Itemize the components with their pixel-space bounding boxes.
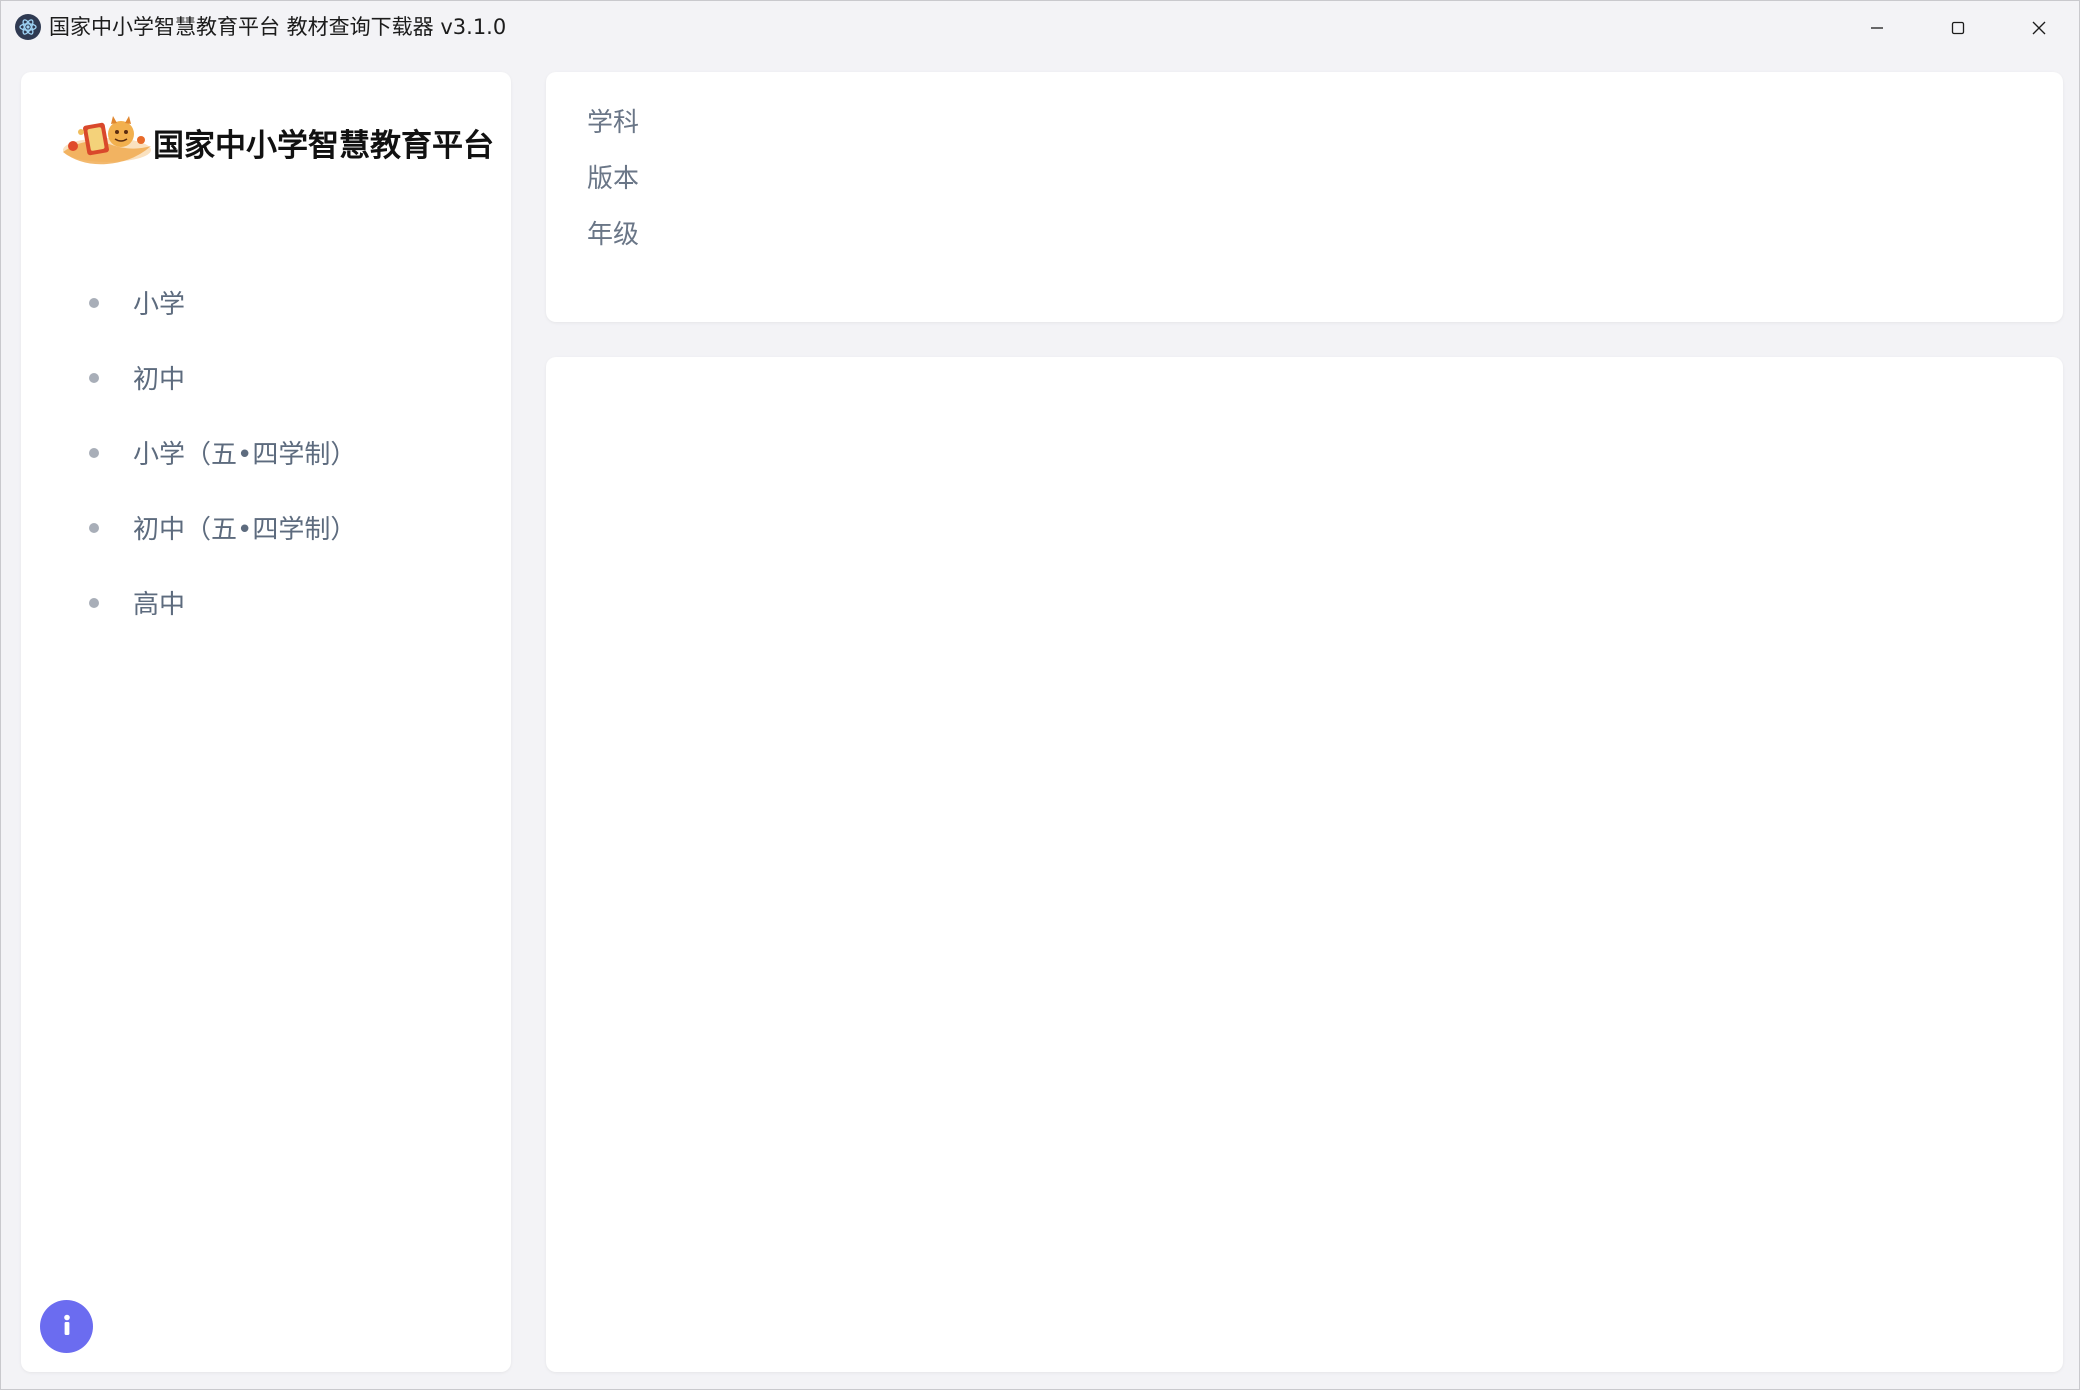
bullet-dot-icon (89, 522, 99, 533)
app-icon (15, 14, 41, 40)
sidebar-item-label: 初中 (133, 365, 186, 395)
sidebar-item-label: 初中（五•四学制） (133, 515, 357, 545)
sidebar-item-label: 高中 (133, 590, 186, 620)
app-window: 国家中小学智慧教育平台 教材查询下载器 v3.1.0 国家中小学智慧教育平台 小… (0, 0, 2080, 1390)
sidebar-item-primary[interactable]: 小学 (21, 265, 511, 340)
filter-row-edition: 版本 (587, 156, 639, 196)
title-bar[interactable]: 国家中小学智慧教育平台 教材查询下载器 v3.1.0 (1, 1, 2079, 54)
filter-row-subject: 学科 (587, 100, 639, 140)
info-button[interactable] (40, 1300, 93, 1353)
bullet-dot-icon (89, 597, 99, 608)
minimize-button[interactable] (1837, 1, 1917, 54)
close-button[interactable] (1999, 1, 2079, 54)
results-panel (546, 357, 2063, 1372)
filter-row-grade: 年级 (587, 212, 639, 252)
grade-label: 年级 (587, 219, 640, 250)
subject-label: 学科 (587, 107, 640, 138)
bullet-dot-icon (89, 372, 99, 383)
sidebar-item-senior-high[interactable]: 高中 (21, 565, 511, 640)
maximize-button[interactable] (1918, 1, 1998, 54)
sidebar-item-primary-54[interactable]: 小学（五•四学制） (21, 415, 511, 490)
stage-nav: 小学 初中 小学（五•四学制） 初中（五•四学制） 高中 (21, 265, 511, 640)
sidebar: 国家中小学智慧教育平台 小学 初中 小学（五•四学制） 初中（五•四学制） 高中 (21, 72, 511, 1372)
logo-title: 国家中小学智慧教育平台 (153, 127, 494, 164)
maximize-icon (1950, 20, 1966, 36)
edition-label: 版本 (587, 163, 640, 194)
logo-emblem-icon (55, 106, 155, 178)
minimize-icon (1869, 20, 1885, 36)
sidebar-item-label: 小学（五•四学制） (133, 440, 357, 470)
bullet-dot-icon (89, 447, 99, 458)
platform-logo: 国家中小学智慧教育平台 (55, 106, 494, 178)
sidebar-item-junior-high-54[interactable]: 初中（五•四学制） (21, 490, 511, 565)
sidebar-item-junior-high[interactable]: 初中 (21, 340, 511, 415)
filter-panel: 学科 版本 年级 (546, 72, 2063, 322)
bullet-dot-icon (89, 297, 99, 308)
info-icon (53, 1311, 81, 1343)
window-title: 国家中小学智慧教育平台 教材查询下载器 v3.1.0 (49, 15, 507, 39)
close-icon (2031, 20, 2047, 36)
sidebar-item-label: 小学 (133, 290, 186, 320)
